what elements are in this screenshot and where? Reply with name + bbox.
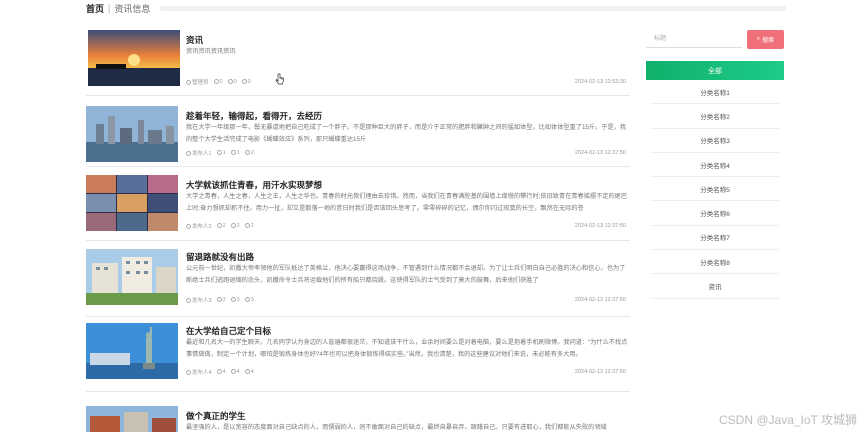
user-icon bbox=[186, 80, 191, 86]
article-description: 最近和几名大一的学生聊天，几名同学认为身边的人普遍都很迷茫，不知道该干什么，业余… bbox=[186, 339, 628, 358]
like-count[interactable]: 0 bbox=[213, 79, 223, 85]
article-meta: 发布人4 4 4 4 2024-02-13 12:37:50 bbox=[186, 368, 626, 376]
article-title[interactable]: 大学就该抓住青春，用汗水实现梦想 bbox=[186, 179, 322, 191]
article-description: 资讯资讯资讯资讯 bbox=[186, 48, 236, 55]
thumbs-up-icon bbox=[213, 79, 219, 85]
article-date: 2024-02-13 12:37:50 bbox=[574, 150, 626, 156]
thumbs-up-icon bbox=[216, 297, 222, 303]
like-count[interactable]: 2 bbox=[216, 223, 226, 229]
article-item[interactable]: 留退路就没有出路 公元前一世纪，凯撒大帝率领他的军队抵达了英格兰，他决心要赢得这… bbox=[86, 241, 630, 317]
like-count[interactable]: 4 bbox=[216, 369, 226, 375]
category-item[interactable]: 分类名称8 bbox=[650, 250, 780, 275]
author-label: 发布人2 bbox=[186, 222, 212, 230]
breadcrumb-divider bbox=[160, 5, 786, 11]
comment-icon bbox=[244, 150, 250, 156]
article-title[interactable]: 趁着年轻，输得起，看得开，去经历 bbox=[186, 110, 322, 122]
category-item[interactable]: 资讯 bbox=[650, 274, 780, 299]
search-button[interactable]: ⌕ 搜索 bbox=[747, 29, 784, 49]
article-item[interactable]: 在大学给自己定个目标 最近和几名大一的学生聊天，几名同学认为身边的人普遍都很迷茫… bbox=[86, 317, 630, 392]
user-icon bbox=[186, 224, 191, 230]
article-date: 2024-02-13 12:37:50 bbox=[574, 297, 626, 303]
like-count[interactable]: 1 bbox=[216, 150, 226, 156]
dislike-count[interactable]: 2 bbox=[230, 223, 240, 229]
category-item[interactable]: 分类名称1 bbox=[650, 80, 780, 105]
category-item[interactable]: 分类名称7 bbox=[650, 226, 780, 251]
comment-icon bbox=[244, 369, 250, 375]
dislike-count[interactable]: 1 bbox=[230, 150, 240, 156]
dislike-count[interactable]: 3 bbox=[230, 297, 240, 303]
user-icon bbox=[186, 370, 191, 376]
article-meta: 发布人3 3 3 3 2024-02-13 12:37:50 bbox=[186, 296, 626, 304]
article-thumbnail[interactable] bbox=[86, 106, 178, 162]
article-thumbnail[interactable] bbox=[86, 175, 178, 231]
thumbs-up-icon bbox=[216, 223, 222, 229]
breadcrumb-current[interactable]: 资讯信息 bbox=[114, 2, 150, 15]
thumbs-up-icon bbox=[216, 150, 222, 156]
author-label: 管理员 bbox=[186, 78, 209, 86]
article-item[interactable]: 趁着年轻，输得起，看得开，去经历 我在大学一年级那一年，鬃无暴虐地把自己吃成了一… bbox=[86, 96, 630, 167]
like-count[interactable]: 3 bbox=[216, 297, 226, 303]
thumbs-down-icon bbox=[230, 223, 236, 229]
article-thumbnail[interactable] bbox=[86, 323, 178, 379]
comment-count: 2 bbox=[244, 150, 254, 156]
article-meta: 发布人1 1 1 2 2024-02-13 12:37:50 bbox=[186, 149, 626, 157]
article-list: 资讯 资讯资讯资讯资讯 管理员 0 0 0 2024-02-13 12:53:3… bbox=[86, 24, 630, 432]
author-label: 发布人3 bbox=[186, 296, 212, 304]
article-title[interactable]: 资讯 bbox=[186, 34, 203, 46]
thumbs-down-icon bbox=[230, 369, 236, 375]
author-label: 发布人4 bbox=[186, 368, 212, 376]
comment-count: 0 bbox=[241, 79, 251, 85]
article-item[interactable]: 资讯 资讯资讯资讯资讯 管理员 0 0 0 2024-02-13 12:53:3… bbox=[86, 24, 630, 96]
comment-count: 4 bbox=[244, 369, 254, 375]
article-meta: 发布人2 2 2 2 2024-02-13 12:37:50 bbox=[186, 222, 626, 230]
thumbs-down-icon bbox=[227, 79, 233, 85]
article-thumbnail[interactable] bbox=[86, 249, 178, 305]
article-item[interactable]: 大学就该抓住青春，用汗水实现梦想 大学之青春，人生之春，人生之王，人生之华也。青… bbox=[86, 167, 630, 241]
thumbs-down-icon bbox=[230, 297, 236, 303]
search-input[interactable] bbox=[646, 30, 742, 48]
article-item[interactable]: 做个真正的学生 最坚强的人，是以宽容的态度面对自己缺点的人，而懦弱的人，则不敢面… bbox=[86, 392, 630, 432]
comment-count: 3 bbox=[244, 297, 254, 303]
article-description: 公元前一世纪，凯撒大帝率领他的军队抵达了英格兰，他决心要赢得这场战争，不管遇到什… bbox=[186, 265, 626, 284]
category-item[interactable]: 分类名称5 bbox=[650, 177, 780, 202]
watermark: CSDN @Java_IoT 攻城狮 bbox=[719, 413, 857, 427]
article-title[interactable]: 留退路就没有出路 bbox=[186, 251, 254, 263]
mouse-cursor-icon bbox=[275, 73, 284, 85]
comment-count: 2 bbox=[244, 223, 254, 229]
author-label: 发布人1 bbox=[186, 149, 212, 157]
article-meta: 管理员 0 0 0 2024-02-13 12:53:30 bbox=[186, 78, 626, 86]
breadcrumb-separator: | bbox=[108, 3, 111, 13]
category-item[interactable]: 分类名称6 bbox=[650, 201, 780, 226]
dislike-count[interactable]: 4 bbox=[230, 369, 240, 375]
breadcrumb-home[interactable]: 首页 bbox=[86, 2, 104, 15]
category-item[interactable]: 分类名称4 bbox=[650, 153, 780, 178]
sidebar: ⌕搜索 全部 分类名称1 分类名称2 分类名称3 分类名称4 分类名称5 分类名… bbox=[646, 28, 784, 299]
category-item[interactable]: 分类名称3 bbox=[650, 129, 780, 153]
user-icon bbox=[186, 298, 191, 304]
comment-icon bbox=[244, 297, 250, 303]
thumbs-down-icon bbox=[230, 150, 236, 156]
article-date: 2024-02-13 12:37:50 bbox=[574, 223, 626, 229]
article-title[interactable]: 在大学给自己定个目标 bbox=[186, 325, 271, 337]
category-item[interactable]: 分类名称2 bbox=[650, 104, 780, 129]
article-date: 2024-02-13 12:53:30 bbox=[574, 79, 626, 85]
article-description: 最坚强的人，是以宽容的态度面对自己缺点的人，而懦弱的人，则不敢面对自己的缺点，最… bbox=[186, 424, 607, 431]
article-title[interactable]: 做个真正的学生 bbox=[186, 410, 246, 422]
dislike-count[interactable]: 0 bbox=[227, 79, 237, 85]
user-icon bbox=[186, 151, 191, 157]
comment-icon bbox=[244, 223, 250, 229]
category-all[interactable]: 全部 bbox=[646, 61, 784, 80]
article-thumbnail[interactable] bbox=[88, 30, 180, 86]
article-description: 大学之青春，人生之春，人生之王，人生之华也。青春的时光我们理由去珍惜。然而，当我… bbox=[186, 193, 628, 212]
search-icon: ⌕ bbox=[756, 35, 761, 42]
article-date: 2024-02-13 12:37:50 bbox=[574, 369, 626, 375]
thumbs-up-icon bbox=[216, 369, 222, 375]
article-thumbnail[interactable] bbox=[86, 406, 178, 432]
article-description: 我在大学一年级那一年，鬃无暴虐地把自己吃成了一个胖子。不是那种巨大的胖子，而是介… bbox=[186, 124, 627, 143]
comment-icon bbox=[241, 79, 247, 85]
search-bar: ⌕搜索 bbox=[646, 28, 784, 50]
breadcrumb-bar: 首页 | 资讯信息 bbox=[86, 0, 786, 16]
